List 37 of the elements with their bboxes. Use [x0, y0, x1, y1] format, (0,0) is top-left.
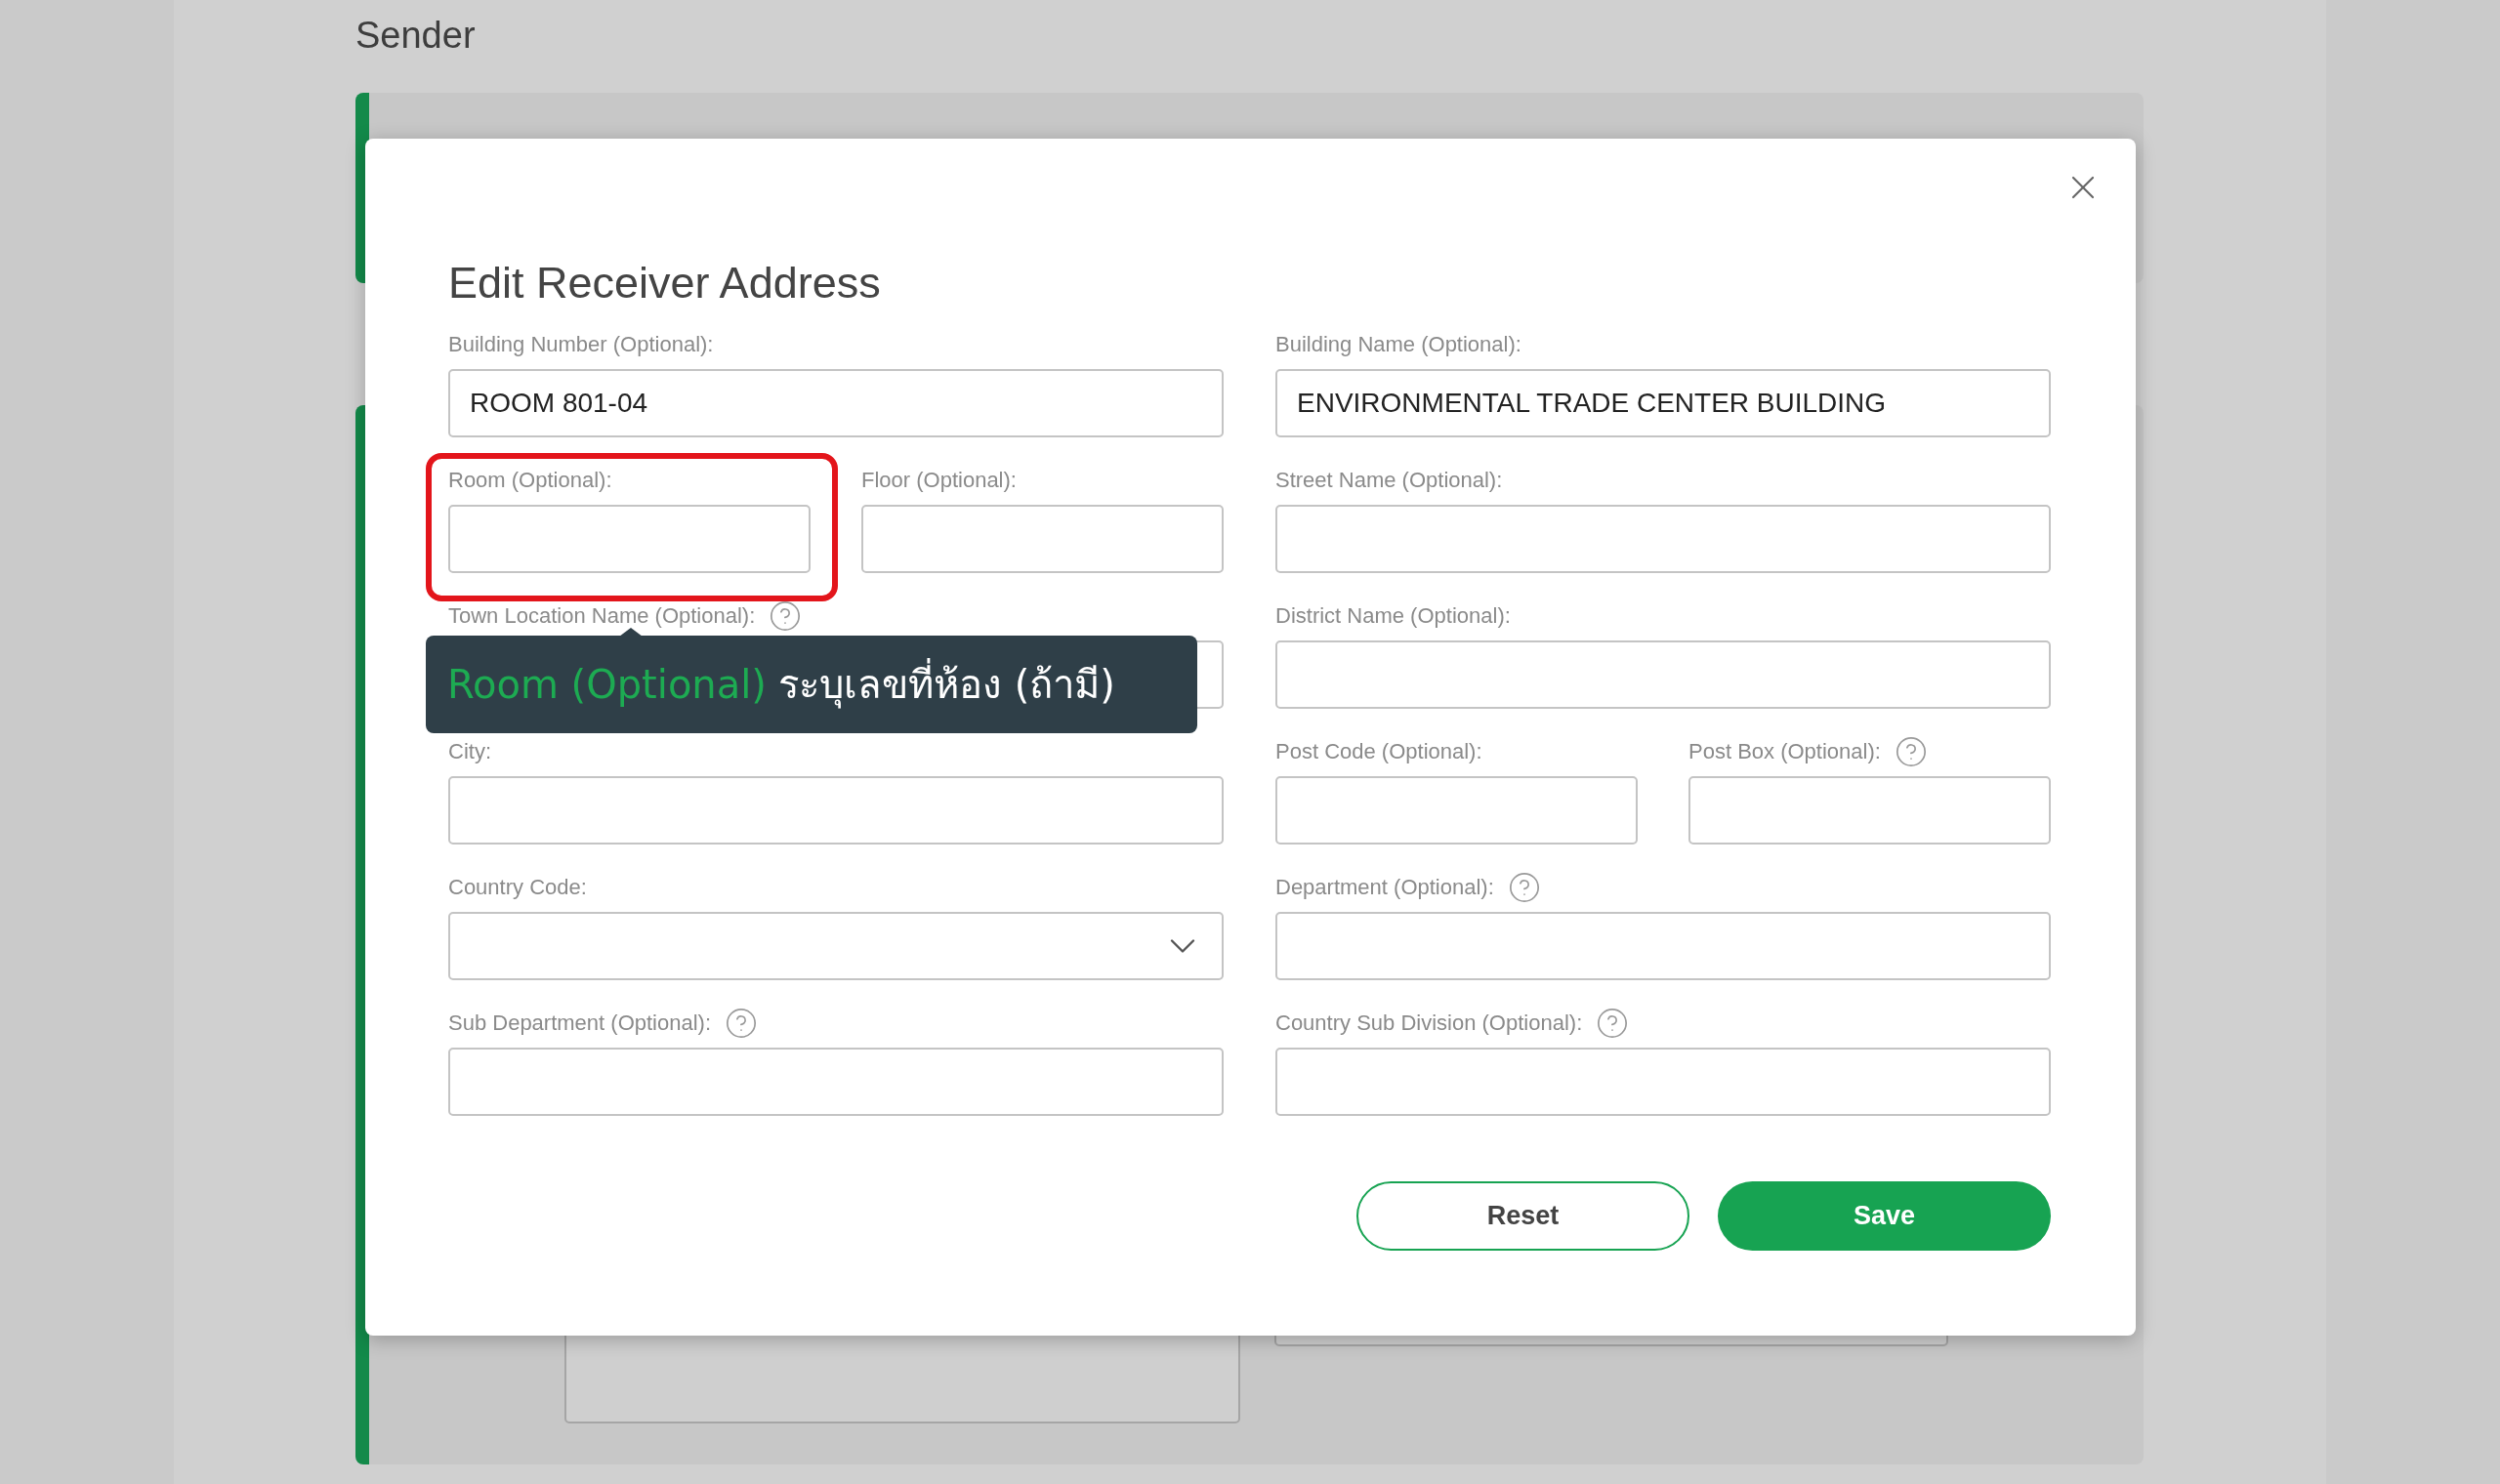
field-label: Building Name (Optional):	[1275, 334, 1521, 355]
help-icon[interactable]	[725, 1007, 759, 1040]
field-label: Floor (Optional):	[861, 470, 1017, 491]
input-field[interactable]	[861, 505, 1224, 573]
field-label: Post Code (Optional):	[1275, 741, 1482, 763]
tooltip-text: ระบุเลขที่ห้อง (ถ้ามี)	[777, 655, 1119, 714]
field-label: District Name (Optional):	[1275, 605, 1511, 627]
select-field[interactable]	[448, 912, 1224, 980]
tooltip-term: Room (Optional)	[447, 661, 767, 709]
input-field[interactable]	[1275, 505, 2051, 573]
field-label: Town Location Name (Optional):	[448, 605, 756, 627]
help-icon[interactable]	[1894, 735, 1928, 768]
input-field[interactable]: ENVIRONMENTAL TRADE CENTER BUILDING	[1275, 369, 2051, 437]
field-label: Sub Department (Optional):	[448, 1012, 712, 1034]
dialog-title: Edit Receiver Address	[448, 257, 882, 309]
input-field[interactable]	[1275, 912, 2051, 980]
reset-button[interactable]: Reset	[1356, 1181, 1689, 1251]
input-field[interactable]	[1275, 640, 2051, 709]
field-label: Country Code:	[448, 877, 587, 898]
field-label: Post Box (Optional):	[1688, 741, 1881, 763]
input-field[interactable]	[1275, 776, 1638, 845]
help-icon[interactable]	[1596, 1007, 1630, 1040]
input-field[interactable]	[1688, 776, 2051, 845]
input-field[interactable]	[448, 1048, 1224, 1116]
field-label: Department (Optional):	[1275, 877, 1494, 898]
input-field[interactable]	[448, 505, 811, 573]
field-label: Room (Optional):	[448, 470, 612, 491]
section-title: Sender	[355, 14, 477, 57]
input-field[interactable]	[1275, 1048, 2051, 1116]
field-label: Street Name (Optional):	[1275, 470, 1503, 491]
field-label: Building Number (Optional):	[448, 334, 714, 355]
field-label: City:	[448, 741, 491, 763]
field-label: Country Sub Division (Optional):	[1275, 1012, 1583, 1034]
input-field[interactable]	[448, 776, 1224, 845]
help-icon[interactable]	[1507, 871, 1541, 904]
help-icon[interactable]	[769, 599, 803, 633]
input-field[interactable]: ROOM 801-04	[448, 369, 1224, 437]
